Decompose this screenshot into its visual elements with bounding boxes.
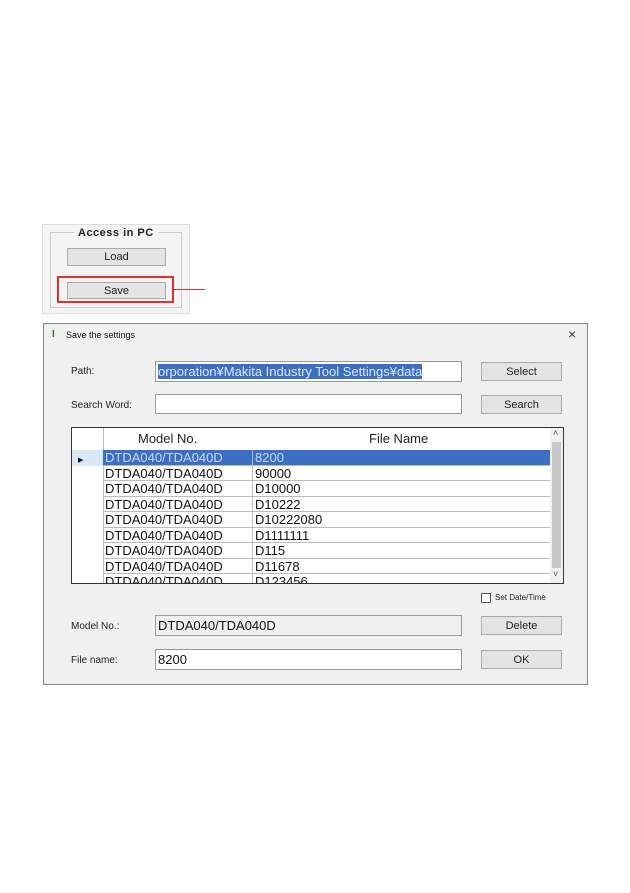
row-header[interactable] — [72, 481, 104, 497]
row-header[interactable] — [72, 527, 104, 543]
row-header[interactable] — [72, 496, 104, 512]
current-row-icon: ▶ — [78, 457, 84, 464]
file-grid: Model No. File Name ▶ DTDA040/TDA040D 8200… — [71, 427, 564, 584]
load-button[interactable]: Load — [67, 248, 166, 266]
set-date-label: Set Date/Time — [495, 593, 546, 602]
ok-button[interactable]: OK — [481, 650, 562, 669]
close-icon[interactable]: × — [568, 326, 576, 342]
row-header[interactable] — [72, 574, 104, 583]
column-header-model[interactable]: Model No. — [138, 431, 197, 451]
model-cell[interactable]: DTDA040/TDA040D — [103, 527, 253, 543]
row-header[interactable] — [72, 512, 104, 528]
row-header[interactable] — [72, 465, 104, 481]
select-button[interactable]: Select — [481, 362, 562, 381]
group-legend: Access in PC — [74, 227, 158, 239]
model-cell[interactable]: DTDA040/TDA040D — [103, 543, 253, 559]
table-row[interactable]: DTDA040/TDA040D D10222 — [72, 496, 550, 512]
file-cell[interactable]: D10222080 — [253, 512, 550, 528]
path-value: orporation¥Makita Industry Tool Settings… — [158, 364, 423, 379]
row-header[interactable] — [72, 543, 104, 559]
row-header[interactable] — [72, 558, 104, 574]
model-cell[interactable]: DTDA040/TDA040D — [103, 450, 253, 466]
scroll-down-icon[interactable]: ˅ — [553, 569, 558, 579]
callout-line — [174, 289, 205, 290]
scrollbar[interactable]: ˄ ˅ — [550, 428, 563, 583]
model-no-label: Model No.: — [71, 621, 120, 632]
table-row[interactable]: DTDA040/TDA040D D10222080 — [72, 512, 550, 528]
file-cell[interactable]: D1111111 — [253, 528, 550, 543]
scrollbar-thumb[interactable] — [552, 442, 561, 568]
set-date-checkbox[interactable] — [481, 593, 491, 603]
highlight-box — [57, 276, 174, 303]
delete-button[interactable]: Delete — [481, 616, 562, 635]
file-cell[interactable]: D10222 — [253, 497, 550, 512]
model-no-field: DTDA040/TDA040D — [155, 615, 462, 636]
table-row[interactable]: DTDA040/TDA040D 90000 — [72, 465, 550, 481]
file-cell[interactable]: 90000 — [253, 466, 550, 481]
model-cell[interactable]: DTDA040/TDA040D — [103, 574, 253, 583]
model-cell[interactable]: DTDA040/TDA040D — [103, 496, 253, 512]
model-cell[interactable]: DTDA040/TDA040D — [103, 512, 253, 528]
model-cell[interactable]: DTDA040/TDA040D — [103, 481, 253, 497]
column-header-file[interactable]: File Name — [369, 431, 428, 451]
path-label: Path: — [71, 366, 95, 377]
row-header[interactable]: ▶ — [72, 450, 104, 466]
path-input[interactable]: orporation¥Makita Industry Tool Settings… — [155, 361, 462, 382]
scroll-up-icon[interactable]: ˄ — [553, 428, 558, 438]
file-cell[interactable]: D115 — [253, 543, 550, 559]
file-cell[interactable]: D10000 — [253, 481, 550, 497]
table-row[interactable]: DTDA040/TDA040D D115 — [72, 543, 550, 559]
table-row[interactable]: DTDA040/TDA040D D10000 — [72, 481, 550, 497]
table-row[interactable]: ▶ DTDA040/TDA040D 8200 — [72, 450, 550, 466]
table-row[interactable]: DTDA040/TDA040D D123456 — [72, 574, 550, 583]
search-word-label: Search Word: — [71, 400, 132, 411]
table-row[interactable]: DTDA040/TDA040D D11678 — [72, 558, 550, 574]
model-cell[interactable]: DTDA040/TDA040D — [103, 558, 253, 574]
file-name-input[interactable]: 8200 — [155, 649, 462, 670]
file-name-label: File name: — [71, 655, 118, 666]
file-cell[interactable]: D11678 — [253, 559, 550, 574]
search-button[interactable]: Search — [481, 395, 562, 414]
search-input[interactable] — [155, 394, 462, 414]
table-row[interactable]: DTDA040/TDA040D D1111111 — [72, 527, 550, 543]
dialog-title: Save the settings — [66, 330, 136, 340]
app-icon: I — [52, 329, 55, 340]
model-cell[interactable]: DTDA040/TDA040D — [103, 465, 253, 481]
file-cell[interactable]: 8200 — [253, 450, 550, 466]
file-cell[interactable]: D123456 — [253, 574, 550, 583]
